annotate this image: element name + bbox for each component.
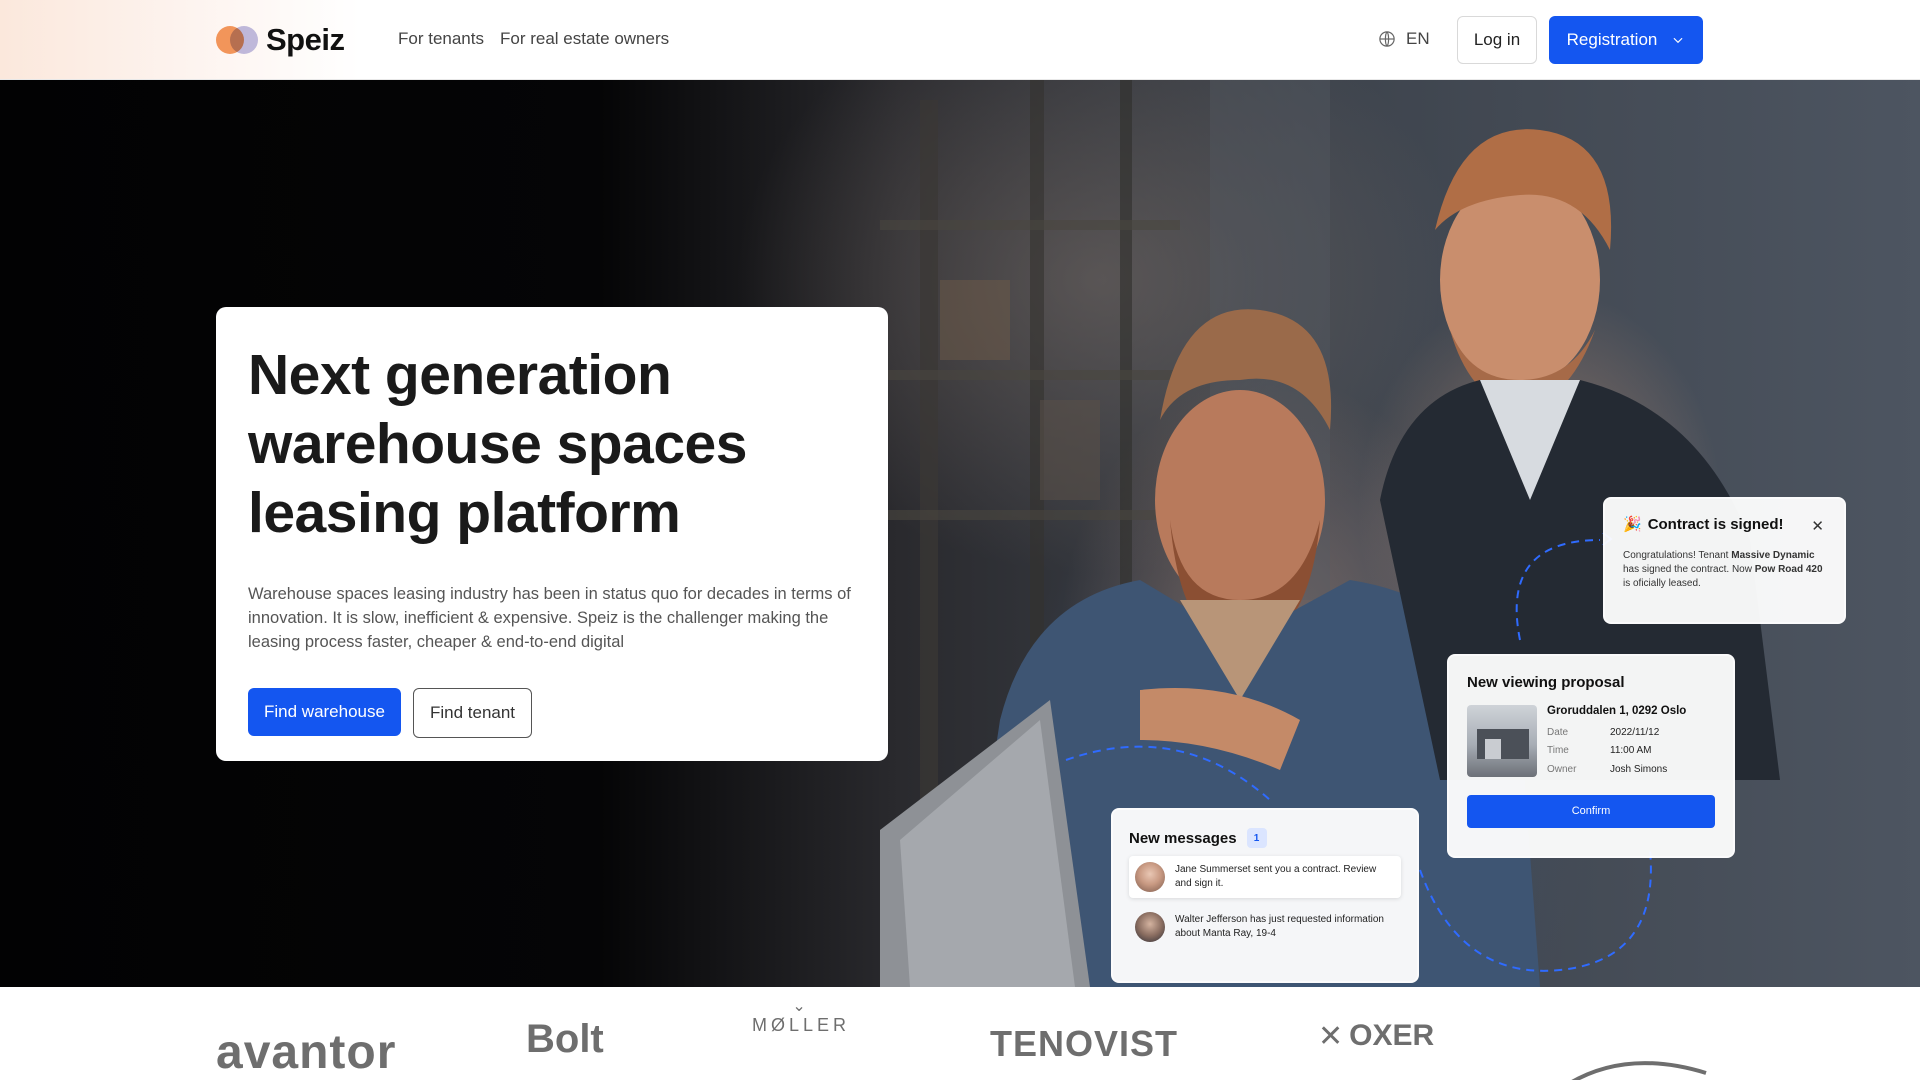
row-key: Time — [1547, 745, 1569, 757]
row-value: 11:00 AM — [1610, 745, 1652, 757]
hero-section: Next generation warehouse spaces leasing… — [0, 80, 1920, 987]
find-tenant-button[interactable]: Find tenant — [412, 688, 533, 738]
contract-property: Pow Road 420 — [1754, 564, 1823, 575]
message-item[interactable]: Walter Jefferson has just requested info… — [1129, 906, 1401, 948]
partner-logos: avantor Bolt ⌄ MØLLER TENOVIST ✕ OXER — [0, 987, 1920, 1080]
viewing-row-owner: Owner Josh Simons — [1547, 760, 1686, 779]
globe-icon — [1379, 31, 1395, 47]
avatar — [1135, 862, 1165, 892]
row-value: Josh Simons — [1610, 763, 1668, 775]
chevron-down-icon — [1673, 37, 1683, 44]
viewing-row-time: Time 11:00 AM — [1547, 742, 1686, 761]
row-value: 2022/11/12 — [1610, 726, 1660, 738]
contract-title-text: Contract is signed! — [1647, 515, 1784, 533]
partner-logo-avantor: avantor — [216, 1026, 397, 1079]
login-button[interactable]: Log in — [1457, 16, 1537, 64]
hero-title: Next generation warehouse spaces leasing… — [248, 343, 747, 545]
language-selector[interactable]: EN — [1378, 29, 1430, 49]
registration-button[interactable]: Registration — [1549, 16, 1703, 64]
row-key: Owner — [1547, 763, 1577, 775]
language-label: EN — [1406, 29, 1430, 48]
partner-logo-tenovist: TENOVIST — [990, 1023, 1179, 1064]
contract-signed-card: 🎉 Contract is signed! ✕ Congratulations!… — [1603, 497, 1846, 624]
contract-message: Congratulations! Tenant Massive Dynamic … — [1623, 549, 1826, 591]
main-nav: For tenants For real estate owners — [398, 29, 669, 49]
nav-link-tenants[interactable]: For tenants — [398, 29, 484, 49]
brand-name: Speiz — [266, 22, 345, 57]
message-text: Walter Jefferson has just requested info… — [1175, 914, 1384, 939]
moller-text: MØLLER — [752, 1015, 851, 1035]
partner-logo-swoosh — [1571, 1061, 1707, 1080]
viewing-address: Groruddalen 1, 0292 Oslo — [1547, 705, 1687, 717]
nav-link-owners[interactable]: For real estate owners — [500, 29, 669, 49]
partner-logo-oxer: ✕ OXER — [1318, 1019, 1434, 1054]
new-messages-card: New messages 1 Jane Summerset sent you a… — [1111, 808, 1419, 983]
viewing-row-date: Date 2022/11/12 — [1547, 723, 1686, 742]
site-header: Speiz For tenants For real estate owners… — [0, 0, 1920, 80]
partner-logo-moller: ⌄ MØLLER — [752, 999, 850, 1036]
contract-tenant: Massive Dynamic — [1731, 550, 1815, 561]
viewing-title: New viewing proposal — [1467, 674, 1625, 691]
message-text: Jane Summerset sent you a contract. Revi… — [1175, 864, 1377, 889]
registration-label: Registration — [1566, 30, 1658, 49]
viewing-details: Groruddalen 1, 0292 Oslo Date 2022/11/12 … — [1547, 705, 1686, 779]
viewing-proposal-card: New viewing proposal Groruddalen 1, 0292… — [1447, 654, 1735, 858]
contract-text-middle: has signed the contract. Now — [1623, 564, 1755, 575]
brand-logo[interactable]: Speiz — [216, 20, 345, 60]
avatar — [1135, 912, 1165, 942]
logo-mark-icon — [216, 24, 260, 56]
messages-title: New messages 1 — [1129, 828, 1401, 848]
viewing-rows: Date 2022/11/12 Time 11:00 AM Owner Josh Si… — [1547, 723, 1686, 779]
hero-description: Warehouse spaces leasing industry has be… — [248, 585, 851, 651]
hero-actions: Find warehouse Find tenant — [248, 688, 856, 738]
oxer-text: OXER — [1349, 1019, 1435, 1052]
hero-card: Next generation warehouse spaces leasing… — [216, 307, 888, 761]
find-warehouse-button[interactable]: Find warehouse — [248, 688, 401, 736]
contract-text-suffix: is oficially leased. — [1623, 578, 1701, 589]
confirm-button[interactable]: Confirm — [1467, 794, 1715, 828]
row-key: Date — [1547, 726, 1569, 738]
partner-logo-bolt: Bolt — [526, 1017, 604, 1061]
contract-text-prefix: Congratulations! Tenant — [1623, 550, 1732, 561]
contract-title: 🎉 Contract is signed! — [1623, 515, 1826, 534]
viewing-body: Groruddalen 1, 0292 Oslo Date 2022/11/12 … — [1467, 705, 1715, 779]
party-popper-icon: 🎉 — [1623, 516, 1642, 533]
warehouse-thumbnail — [1467, 705, 1537, 777]
messages-title-text: New messages — [1129, 829, 1237, 847]
oxer-mark-icon: ✕ — [1318, 1020, 1344, 1053]
close-icon[interactable]: ✕ — [1811, 517, 1824, 535]
message-count-badge: 1 — [1246, 828, 1267, 848]
message-item[interactable]: Jane Summerset sent you a contract. Revi… — [1129, 856, 1401, 898]
moller-chevron-icon: ⌄ — [792, 998, 810, 1015]
